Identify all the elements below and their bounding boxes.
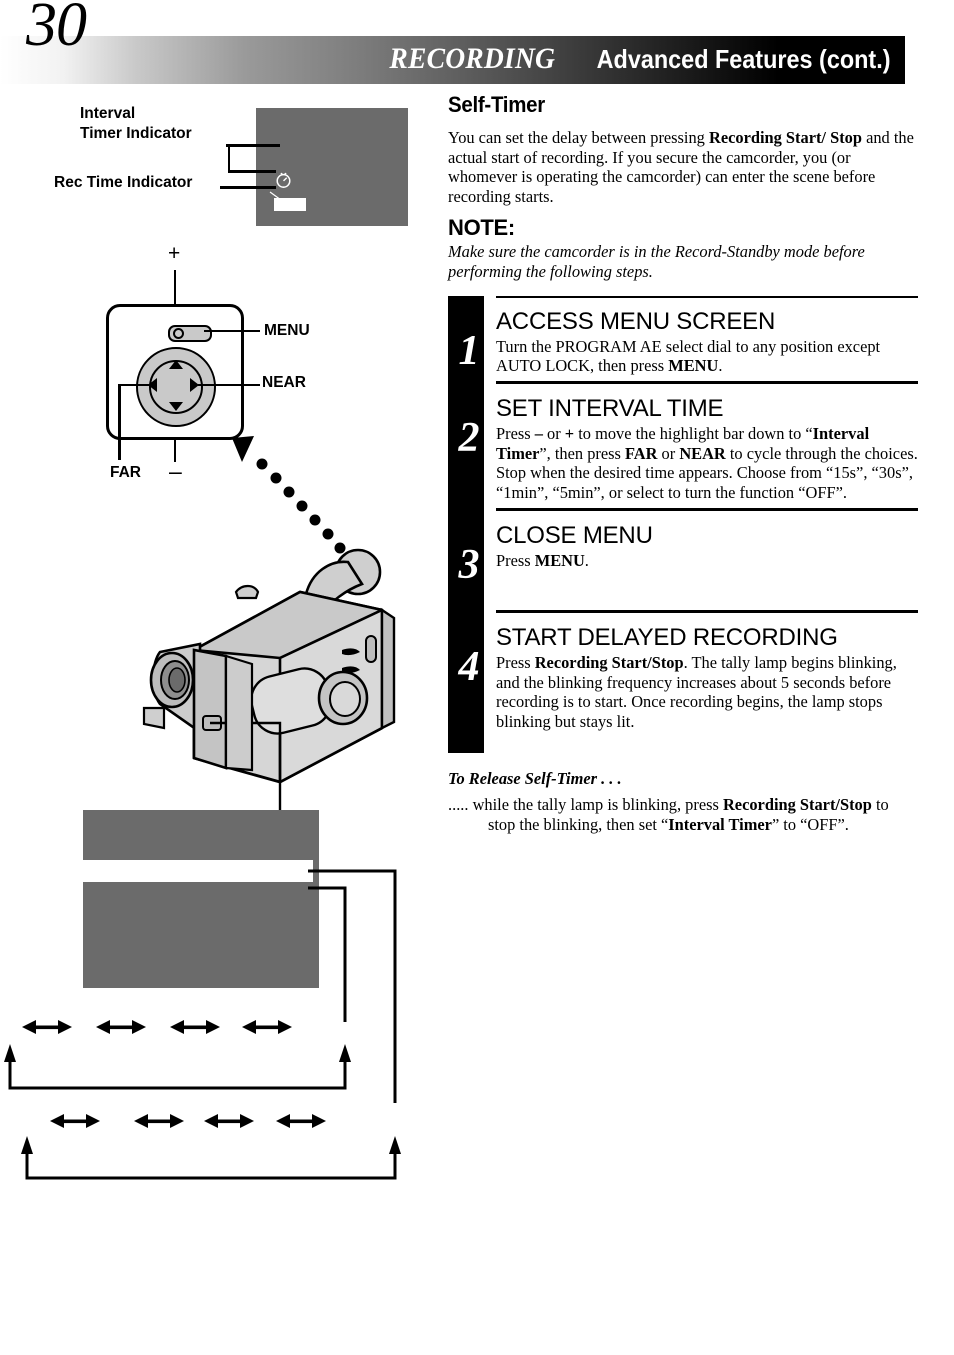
main-content-column: Self-Timer You can set the delay between… (448, 92, 918, 834)
dial-up-arrow-icon[interactable] (169, 360, 183, 369)
page-title: Self-Timer (448, 92, 545, 117)
step-item: 2 SET INTERVAL TIME Press – or + to move… (448, 381, 918, 508)
document-page: RECORDING Advanced Features (cont.) 30 I… (0, 0, 954, 1355)
step-body: Press Recording Start/Stop. The tally la… (496, 653, 897, 731)
step-item: 4 START DELAYED RECORDING Press Recordin… (448, 610, 918, 753)
menu-button-dot-icon (173, 328, 184, 339)
label-rec-time-indicator: Rec Time Indicator (54, 174, 193, 191)
leader-line-menu (204, 329, 260, 332)
steps-list: 1 ACCESS MENU SCREEN Turn the PROGRAM AE… (448, 295, 918, 754)
camcorder-illustration (142, 548, 396, 822)
step-heading: SET INTERVAL TIME (496, 395, 724, 423)
step-body: Press MENU. (496, 551, 589, 570)
step-number: 1 (458, 327, 480, 374)
release-heading: To Release Self-Timer . . . (448, 769, 622, 789)
menu-cycle-diagram (0, 810, 440, 1190)
label-interval-line2: Timer Indicator (80, 125, 192, 142)
control-pad-diagram: + – MENU NEAR FAR (0, 242, 440, 502)
rec-time-indicator-box (274, 198, 306, 211)
leader-line-rec-time (220, 186, 276, 189)
note-heading: NOTE: (448, 215, 515, 241)
step-divider-rule (496, 381, 918, 384)
label-near: NEAR (262, 374, 306, 391)
step-divider-rule (496, 610, 918, 613)
step-divider-rule (496, 295, 918, 299)
menu-cycle-arrows (4, 869, 401, 1180)
label-interval-timer-indicator: Interval Timer Indicator (80, 104, 192, 144)
leader-line-interval-h2 (227, 170, 276, 173)
page-number: 30 (26, 0, 87, 59)
step-number: 4 (458, 644, 480, 691)
header-title-subtitle: Advanced Features (cont.) (597, 44, 891, 74)
self-timer-icon (276, 172, 291, 188)
header-title-recording: RECORDING (389, 42, 556, 75)
page-header: RECORDING Advanced Features (cont.) (0, 36, 905, 84)
pad-minus-symbol: – (169, 458, 182, 484)
leader-line-far-h (118, 383, 156, 386)
pad-plus-symbol: + (168, 242, 181, 265)
release-body: ..... while the tally lamp is blinking, … (448, 795, 889, 834)
step-body: Turn the PROGRAM AE select dial to any p… (496, 336, 881, 375)
leader-line-near (198, 383, 260, 386)
intro-paragraph: You can set the delay between pressing R… (448, 128, 914, 206)
leader-line-interval-v (227, 144, 230, 172)
step-number: 3 (458, 542, 480, 588)
header-title-group: RECORDING Advanced Features (cont.) (375, 42, 891, 76)
step-heading: START DELAYED RECORDING (496, 624, 838, 652)
step-heading: ACCESS MENU SCREEN (496, 307, 776, 335)
left-illustration-column: Interval Timer Indicator Rec Time Indica… (0, 92, 440, 1342)
note-body: Make sure the camcorder is in the Record… (448, 242, 865, 281)
step-item: 1 ACCESS MENU SCREEN Turn the PROGRAM AE… (448, 295, 918, 382)
step-heading: CLOSE MENU (496, 522, 653, 549)
leader-line-interval-h (226, 144, 280, 147)
label-far: FAR (110, 464, 141, 481)
step-body: Press – or + to move the highlight bar d… (496, 424, 918, 502)
label-menu: MENU (264, 322, 310, 339)
lcd-display-panel (256, 108, 408, 226)
label-interval-line1: Interval (80, 105, 136, 122)
step-divider-rule (496, 508, 918, 511)
step-number: 2 (458, 415, 480, 462)
leader-line-far-v (118, 383, 121, 460)
step-item: 3 CLOSE MENU Press MENU. (448, 508, 918, 610)
dial-down-arrow-icon[interactable] (169, 402, 183, 411)
